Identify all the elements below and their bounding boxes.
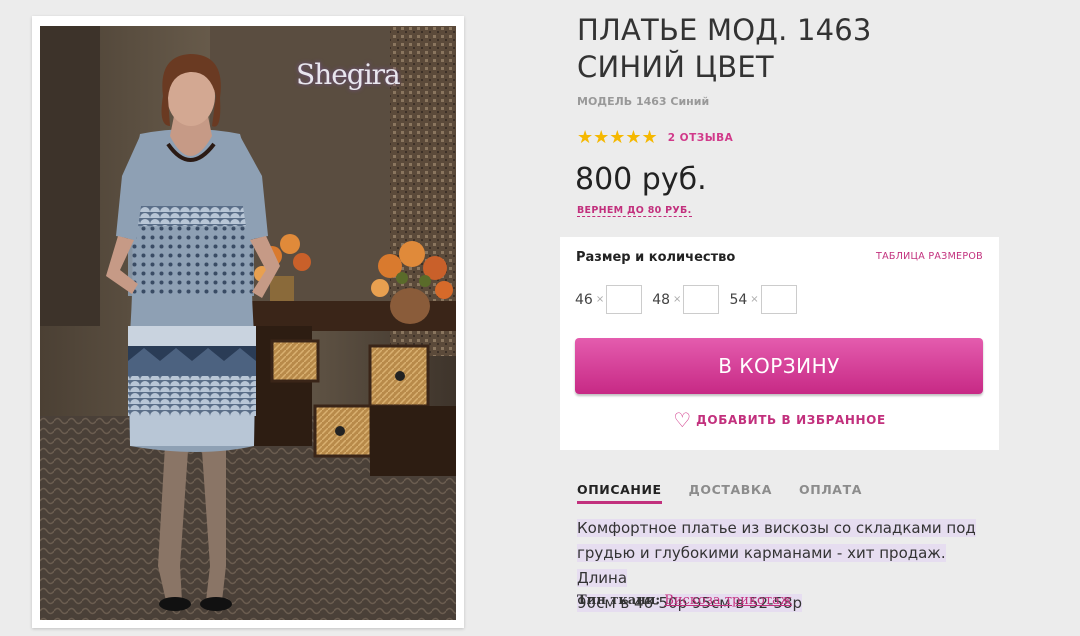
cashback-link[interactable]: ВЕРНЕМ ДО 80 РУБ. [577,205,692,217]
tab-delivery[interactable]: ДОСТАВКА [689,482,772,504]
product-image-frame: Shegira [32,16,464,628]
tab-description[interactable]: ОПИСАНИЕ [577,482,662,504]
heart-outline-icon: ♡ [673,408,692,432]
size-option-46: 46 × [575,285,643,314]
size-label: 46 [575,291,593,308]
add-to-cart-button[interactable]: В КОРЗИНУ [575,338,983,394]
size-label: 48 [652,291,671,308]
size-table-link[interactable]: ТАБЛИЦА РАЗМЕРОВ [876,251,983,262]
product-model: МОДЕЛЬ 1463 Синий [577,95,710,108]
add-to-favorites-label: ДОБАВИТЬ В ИЗБРАННОЕ [696,413,886,427]
size-selector: 46 × 48 × 54 × [575,285,807,314]
size-label: 54 [729,291,748,308]
quantity-input-54[interactable] [760,285,797,314]
fabric-type-label: Тип ткани: [577,593,661,608]
product-photo-illustration [40,26,456,620]
quantity-input-48[interactable] [683,285,720,314]
add-to-favorites-link[interactable]: ♡ ДОБАВИТЬ В ИЗБРАННОЕ [673,408,886,432]
multiply-icon: × [595,294,605,305]
size-option-48: 48 × [652,285,720,314]
fabric-type: Тип ткани: Вискоза трикотаж [577,593,792,608]
product-title-line1: ПЛАТЬЕ МОД. 1463 [577,13,872,47]
brand-logo: Shegira [296,58,401,91]
multiply-icon: × [750,294,759,305]
description-line: грудью и глубокими карманами - хит прода… [577,544,946,587]
multiply-icon: × [673,294,682,305]
rating: ★★★★★ 2 ОТЗЫВА [577,127,733,148]
add-to-favorites-row: ♡ ДОБАВИТЬ В ИЗБРАННОЕ [560,408,999,432]
reviews-link[interactable]: 2 ОТЗЫВА [668,132,734,144]
product-title: ПЛАТЬЕ МОД. 1463 СИНИЙ ЦВЕТ [577,12,997,86]
order-box: Размер и количество ТАБЛИЦА РАЗМЕРОВ 46 … [560,237,999,450]
tab-payment[interactable]: ОПЛАТА [799,482,862,504]
size-option-54: 54 × [729,285,797,314]
quantity-input-46[interactable] [606,285,643,314]
product-photo[interactable]: Shegira [40,26,456,620]
fabric-type-link[interactable]: Вискоза трикотаж [664,593,791,608]
size-quantity-title: Размер и количество [576,250,736,265]
product-price: 800 руб. [575,162,707,197]
rating-stars-icon[interactable]: ★★★★★ [577,127,658,148]
product-title-line2: СИНИЙ ЦВЕТ [577,50,774,84]
product-tabs: ОПИСАНИЕ ДОСТАВКА ОПЛАТА [577,482,889,504]
description-line: Комфортное платье из вискозы со складкам… [577,519,976,537]
